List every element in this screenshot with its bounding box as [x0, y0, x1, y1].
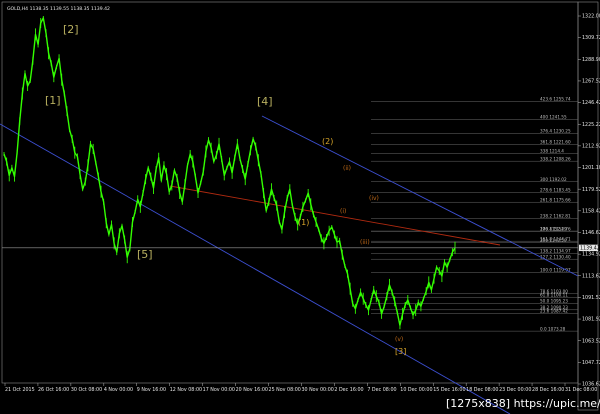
y-tick-label: 1267.52: [582, 79, 600, 85]
chart-canvas: 423.6 1255.74 400 1241.55 376.4 1230.25 361…: [0, 0, 600, 414]
x-tick-label: 21 Oct 2015: [5, 387, 35, 393]
y-tick-label: 1063.52: [582, 338, 600, 344]
y-tick-label: 1212.92: [582, 143, 600, 149]
fib-level-label: 338.2 1208.26: [540, 156, 571, 161]
x-tick-label: 30 Nov 00:00: [301, 387, 333, 393]
x-tick-label: 31 Dec 08:00: [565, 387, 597, 393]
y-tick-label: 1322.00: [582, 14, 600, 20]
x-tick-label: 20 Nov 16:00: [236, 387, 268, 393]
x-tick-label: 12 Nov 08:00: [170, 387, 202, 393]
x-tick-label: 28 Dec 16:00: [532, 387, 564, 393]
y-tick-label: 1047.72: [582, 360, 600, 366]
y-tick-label: 1201.10: [582, 165, 600, 171]
x-tick-label: 17 Nov 00:00: [203, 387, 235, 393]
wave-label-major: [3]: [395, 347, 406, 356]
fib-level-label: 138.2 1134.97: [540, 249, 571, 254]
x-tick-label: 7 Dec 08:00: [367, 387, 396, 393]
fib-level-label: 400 1241.55: [540, 114, 567, 119]
x-tick-label: 23 Dec 00:00: [499, 387, 531, 393]
y-tick-label: 1081.92: [582, 317, 600, 323]
wave-label-major: [5]: [137, 248, 153, 261]
x-tick-label: 10 Dec 00:00: [400, 387, 432, 393]
wave-label-major: [2]: [63, 23, 79, 36]
fib-level-label: 161.8 1144.71: [540, 236, 571, 241]
y-tick-label: 1134.92: [582, 252, 600, 258]
fib-level-label: 361.8 1221.60: [540, 140, 571, 145]
fib-level-label: 261.8 1175.66: [540, 197, 571, 202]
x-tick-label: 30 Oct 08:00: [71, 387, 102, 393]
y-tick-label: 1091.52: [582, 295, 600, 301]
wave-label-minor: (ii): [343, 165, 351, 172]
wave-label-minor: (i): [340, 208, 346, 215]
x-tick-label: 26 Oct 16:00: [38, 387, 69, 393]
y-tick-label: 1288.90: [582, 57, 600, 63]
wave-label-minor: (iii): [360, 239, 370, 246]
wave-label-major: (2): [322, 137, 333, 146]
y-tick-label: 1309.72: [582, 35, 600, 41]
y-tick-label: 1246.42: [582, 100, 600, 106]
fib-level-label: 300 1192.02: [540, 177, 567, 182]
y-tick-label: 1146.62: [582, 230, 600, 236]
y-tick-label: 1179.52: [582, 187, 600, 193]
fib-level-label: 278.6 1183.45: [540, 188, 571, 193]
x-tick-label: 25 Nov 08:00: [269, 387, 301, 393]
fib-level-label: 423.6 1255.74: [540, 97, 571, 102]
y-tick-label: 1036.62: [582, 382, 600, 388]
wave-label-major: (1): [298, 218, 309, 227]
x-tick-label: 9 Nov 16:00: [137, 387, 166, 393]
fib-level-label: 238.2 1162.81: [540, 214, 571, 219]
wave-label-major: [1]: [45, 94, 61, 107]
x-tick-label: 18 Dec 08:00: [466, 387, 498, 393]
x-tick-label: 4 Nov 00:00: [104, 387, 133, 393]
fib-level-label: 376.4 1230.25: [540, 129, 571, 134]
y-tick-label: 1225.22: [582, 122, 600, 128]
y-tick-label: 1158.42: [582, 208, 600, 214]
chart-background: [0, 0, 600, 414]
watermark-text: [1275x838] https://upic.me/: [446, 397, 600, 410]
fib-level-label: 0.0 1073.28: [540, 326, 566, 331]
wave-label-minor: (iv): [369, 195, 379, 202]
fib-level-label: 23.6 1087.42: [540, 309, 568, 314]
current-price-label: 1139.42: [580, 246, 600, 252]
fib-level-label: 338 1214.4: [540, 149, 564, 154]
wave-label-major: [4]: [257, 95, 273, 108]
fib-level-label: 61.8 1100.11: [540, 293, 568, 298]
y-tick-label: 1113.62: [582, 273, 600, 279]
fib-level-label: 176.4 1152.76: [540, 226, 571, 231]
x-tick-label: 15 Dec 16:00: [433, 387, 465, 393]
wave-label-minor: (v): [395, 336, 403, 343]
fib-level-label: 50.0 1095.23: [540, 299, 568, 304]
x-tick-label: 2 Dec 16:00: [334, 387, 363, 393]
chart-title: GOLD,H4 1138.35 1139.55 1138.35 1139.42: [7, 6, 110, 12]
